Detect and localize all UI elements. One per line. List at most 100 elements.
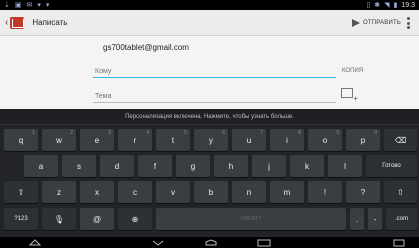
key-n[interactable]: n (232, 181, 266, 203)
page-title: Написать (32, 18, 68, 27)
key-u[interactable]: u7 (232, 129, 266, 151)
key-d[interactable]: d (100, 155, 134, 177)
key-y-label: y (209, 135, 213, 145)
download-icon-2: ▾ (45, 2, 51, 9)
key-!-label: ! (323, 187, 327, 197)
clock: 19:3 (401, 1, 415, 9)
key-![interactable]: ! (308, 181, 342, 203)
send-label: ОТПРАВИТЬ (363, 20, 401, 26)
backspace-icon[interactable]: ⌫ (384, 129, 417, 151)
key-e[interactable]: e3 (80, 129, 114, 151)
key-b-label: b (208, 187, 214, 197)
key-w[interactable]: w2 (42, 129, 76, 151)
key-j[interactable]: j (252, 155, 286, 177)
gmail-icon (10, 16, 25, 29)
key-dotcom[interactable]: .com (386, 208, 417, 230)
key-t[interactable]: t5 (156, 129, 190, 151)
home-icon[interactable] (203, 238, 219, 247)
done-button[interactable]: Готово (366, 155, 417, 177)
key-s[interactable]: s (62, 155, 96, 177)
key-l-label: l (344, 161, 346, 171)
hide-keyboard-icon[interactable] (28, 238, 42, 247)
globe-icon[interactable]: ⊕ (118, 208, 152, 230)
key-a-label: a (38, 161, 44, 171)
key-k[interactable]: k (290, 155, 324, 177)
mic-icon-glyph: 🎙 (53, 214, 65, 224)
chevron-left-icon: ‹ (5, 17, 9, 28)
notification-icons: ⇣ ▣ ✉ ▾ ▾ (4, 1, 50, 9)
keyboard-hint[interactable]: Персонализация включена. Нажмите, чтобы … (0, 109, 419, 125)
key-?-label: ? (360, 187, 366, 197)
key-i[interactable]: i8 (270, 129, 304, 151)
send-icon (352, 19, 360, 27)
key-o[interactable]: o9 (308, 129, 342, 151)
key-n-label: n (246, 187, 252, 197)
key-m[interactable]: m (270, 181, 304, 203)
key-u-alt: 7 (260, 130, 263, 136)
key-r-label: r (133, 135, 137, 145)
shift-left-icon[interactable]: ⇧ (4, 181, 38, 203)
screenshot-icon[interactable] (392, 238, 406, 247)
key-dot[interactable]: . (350, 208, 364, 230)
shift-right-icon[interactable]: ⇧ (384, 181, 417, 203)
gallery-icon: ▣ (14, 2, 23, 9)
key-h[interactable]: h (214, 155, 248, 177)
vibrate-icon: ▯ (366, 2, 371, 9)
key-w-label: w (56, 135, 62, 145)
key-g[interactable]: g (176, 155, 210, 177)
soft-keyboard: Персонализация включена. Нажмите, чтобы … (0, 109, 419, 237)
cc-button[interactable]: КОПИЯ (342, 68, 363, 74)
key-l[interactable]: l (328, 155, 362, 177)
key-t-alt: 5 (184, 130, 187, 136)
back-icon[interactable] (150, 238, 166, 247)
key-m-label: m (283, 187, 291, 197)
key-w-alt: 2 (70, 130, 73, 136)
key-o-alt: 9 (336, 130, 339, 136)
key-j-label: j (268, 161, 270, 171)
action-bar: ‹ Написать ОТПРАВИТЬ (0, 10, 419, 36)
compose-form: gs700tablet@gmail.com КОПИЯ (0, 36, 419, 109)
key-z-label: z (57, 187, 61, 197)
download-icon: ▾ (37, 2, 42, 9)
key-f[interactable]: f (138, 155, 172, 177)
key-p[interactable]: p0 (346, 129, 380, 151)
key-b[interactable]: b (194, 181, 228, 203)
key-q-label: q (18, 135, 24, 145)
key-r[interactable]: r4 (118, 129, 152, 151)
subject-field[interactable] (93, 91, 336, 103)
key-p-label: p (360, 135, 366, 145)
recent-apps-icon[interactable] (256, 238, 272, 247)
key-d-label: d (114, 161, 120, 171)
key-p-alt: 0 (374, 130, 377, 136)
key-f-label: f (153, 161, 157, 171)
space-bar[interactable]: SWERTY (156, 208, 346, 230)
key-?[interactable]: ? (346, 181, 380, 203)
to-field[interactable] (93, 66, 336, 78)
up-button[interactable]: ‹ (0, 10, 28, 35)
send-button[interactable]: ОТПРАВИТЬ (352, 10, 401, 36)
key-at-label: @ (92, 214, 102, 224)
key-v-label: v (171, 187, 175, 197)
key-y[interactable]: y6 (194, 129, 228, 151)
key-a[interactable]: a (24, 155, 58, 177)
mic-icon[interactable]: 🎙 (42, 208, 76, 230)
key-x[interactable]: x (80, 181, 114, 203)
globe-icon-glyph: ⊕ (131, 214, 139, 224)
from-account[interactable]: gs700tablet@gmail.com (103, 43, 189, 52)
backspace-icon-glyph: ⌫ (394, 135, 407, 145)
key-dash[interactable]: - (368, 208, 382, 230)
space-bar-label: SWERTY (240, 216, 262, 222)
key-v[interactable]: v (156, 181, 190, 203)
bluetooth-icon: ✱ (374, 2, 381, 9)
key-x-label: x (95, 187, 99, 197)
key-z[interactable]: z (42, 181, 76, 203)
attach-image-icon[interactable] (341, 88, 358, 103)
key-q-alt: 1 (32, 130, 35, 136)
wifi-icon: ◥ (384, 2, 390, 9)
key-q[interactable]: q1 (4, 129, 38, 151)
system-icons: ▯ ✱ ◥ ▮ 19:3 (366, 1, 415, 10)
symbols-key[interactable]: ?123 (4, 208, 38, 230)
overflow-menu-icon[interactable] (407, 17, 410, 29)
key-c[interactable]: c (118, 181, 152, 203)
key-at[interactable]: @ (80, 208, 114, 230)
